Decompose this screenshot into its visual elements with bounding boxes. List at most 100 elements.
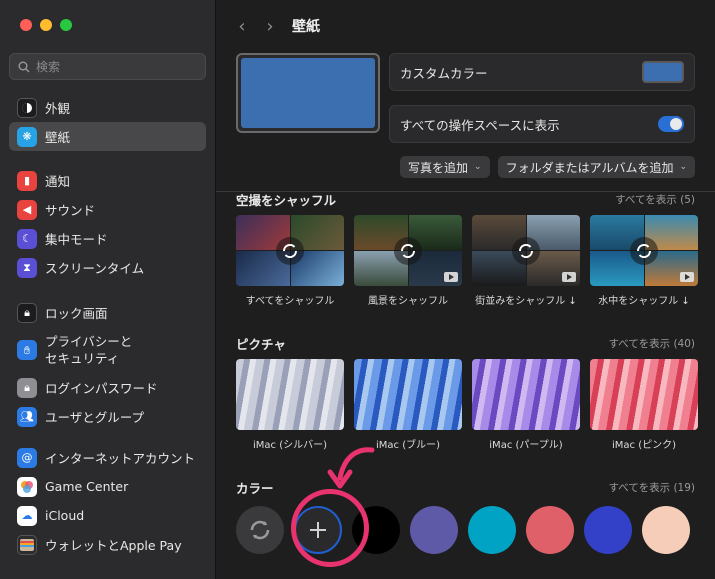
sidebar-item-screen-time[interactable]: ⧗ スクリーンタイム: [9, 253, 206, 282]
section-title: カラー: [236, 481, 274, 496]
tile-label: 街並みをシャッフル ↓: [475, 296, 577, 307]
picture-tile-purple[interactable]: iMac (パープル): [472, 359, 580, 451]
all-spaces-row: すべての操作スペースに表示: [389, 105, 695, 143]
show-all-link[interactable]: すべてを表示 (5): [615, 192, 695, 207]
color-swatch-cyan[interactable]: [468, 506, 516, 554]
preview-fill: [241, 58, 375, 128]
custom-color-well[interactable]: [642, 61, 684, 83]
sidebar-item-label: 通知: [45, 174, 71, 189]
sidebar-item-label: 外観: [45, 101, 71, 116]
all-spaces-toggle[interactable]: [658, 116, 684, 132]
back-button[interactable]: ‹: [228, 12, 256, 40]
sidebar-item-internet-accounts[interactable]: @ インターネットアカウント: [9, 443, 206, 472]
sidebar-item-users[interactable]: 👥︎ ユーザとグループ: [9, 402, 206, 431]
search-field[interactable]: [9, 53, 206, 80]
video-icon: [680, 272, 694, 282]
shuffle-tile-landscape[interactable]: 風景をシャッフル: [354, 215, 462, 307]
add-folder-label: フォルダまたはアルバムを追加: [505, 160, 674, 175]
cloud-icon: ☁: [17, 505, 37, 526]
chevron-right-icon: ›: [266, 15, 274, 37]
annotation-arrow: [327, 447, 375, 489]
sidebar-group-accounts: @ インターネットアカウント Game Center ☁ iCloud ウォレッ…: [9, 443, 206, 559]
sidebar-item-notifications[interactable]: ▮ 通知: [9, 166, 206, 195]
chevron-left-icon: ‹: [238, 15, 246, 37]
colors-section-header: カラー すべてを表示 (19): [236, 478, 695, 497]
tile-thumbnail: [354, 359, 462, 430]
refresh-icon: [250, 520, 270, 540]
at-icon: @: [17, 447, 37, 468]
tile-label: すべてをシャッフル: [245, 296, 335, 307]
color-swatch-coral[interactable]: [526, 506, 574, 554]
shuffle-icon: [512, 237, 540, 265]
all-spaces-label: すべての操作スペースに表示: [400, 117, 560, 133]
sidebar-item-login-password[interactable]: 🔒︎ ログインパスワード: [9, 373, 206, 402]
chevron-down-icon: ⌄: [679, 162, 687, 172]
color-swatch-peach[interactable]: [642, 506, 690, 554]
show-all-link[interactable]: すべてを表示 (40): [608, 336, 695, 351]
sidebar-item-label: プライバシーと セキュリティ: [45, 334, 133, 366]
sidebar-item-focus[interactable]: ☾ 集中モード: [9, 224, 206, 253]
sidebar-item-lock-screen[interactable]: 🔒︎ ロック画面: [9, 298, 206, 327]
close-window-button[interactable]: [20, 19, 32, 31]
search-input[interactable]: [36, 59, 196, 74]
tile-thumbnail: [472, 359, 580, 430]
dynamic-color-button[interactable]: [236, 506, 284, 554]
highlight-circle: [291, 489, 369, 567]
sidebar-item-wallet[interactable]: ウォレットとApple Pay: [9, 530, 206, 559]
sidebar-group-security: 🔒︎ ロック画面 ✋︎ プライバシーと セキュリティ 🔒︎ ログインパスワード …: [9, 298, 206, 431]
sidebar-item-game-center[interactable]: Game Center: [9, 472, 206, 501]
window-controls: [20, 19, 72, 31]
section-title: ピクチャ: [236, 337, 286, 352]
tile-thumbnail: [590, 359, 698, 430]
shuffle-icon: [394, 237, 422, 265]
sidebar-group-notifications: ▮ 通知 ◀ サウンド ☾ 集中モード ⧗ スクリーンタイム: [9, 166, 206, 282]
color-swatch-purple[interactable]: [410, 506, 458, 554]
sidebar: 外観 ❋ 壁紙 ▮ 通知 ◀ サウンド ☾ 集中モード ⧗ スクリーンタイム 🔒…: [0, 0, 216, 579]
picture-tile-pink[interactable]: iMac (ピンク): [590, 359, 698, 451]
hourglass-icon: ⧗: [17, 257, 37, 278]
shuffle-tile-all[interactable]: すべてをシャッフル: [236, 215, 344, 307]
tile-label: iMac (ピンク): [611, 440, 676, 451]
sidebar-item-label: ウォレットとApple Pay: [45, 538, 182, 553]
section-title: 空撮をシャッフル: [236, 193, 337, 208]
sidebar-item-appearance[interactable]: 外観: [9, 93, 206, 122]
sidebar-item-privacy[interactable]: ✋︎ プライバシーと セキュリティ: [9, 327, 206, 373]
sidebar-group-appearance: 外観 ❋ 壁紙: [9, 93, 206, 151]
hand-icon: ✋︎: [17, 340, 37, 360]
sidebar-item-label: 集中モード: [45, 232, 108, 247]
sidebar-item-label: スクリーンタイム: [45, 261, 145, 276]
bell-icon: ▮: [17, 170, 37, 191]
forward-button[interactable]: ›: [256, 12, 284, 40]
zoom-window-button[interactable]: [60, 19, 72, 31]
sidebar-item-label: ログインパスワード: [45, 381, 158, 396]
shuffle-icon: [276, 237, 304, 265]
add-photo-label: 写真を追加: [408, 160, 469, 175]
tile-label: iMac (パープル): [489, 440, 563, 451]
add-folder-button[interactable]: フォルダまたはアルバムを追加 ⌄: [497, 156, 695, 178]
show-all-link[interactable]: すべてを表示 (19): [608, 480, 695, 495]
shuffle-section-header: 空撮をシャッフル すべてを表示 (5): [236, 190, 695, 209]
wallpaper-icon: ❋: [17, 126, 37, 147]
picture-tile-silver[interactable]: iMac (シルバー): [236, 359, 344, 451]
sidebar-item-label: 壁紙: [45, 130, 71, 145]
picture-tile-blue[interactable]: iMac (ブルー): [354, 359, 462, 451]
sidebar-item-wallpaper[interactable]: ❋ 壁紙: [9, 122, 206, 151]
custom-color-label: カスタムカラー: [400, 65, 488, 81]
moon-icon: ☾: [17, 228, 37, 249]
sidebar-item-label: インターネットアカウント: [45, 451, 196, 466]
sidebar-item-icloud[interactable]: ☁ iCloud: [9, 501, 206, 530]
picture-tiles: iMac (シルバー) iMac (ブルー) iMac (パープル) iMac …: [236, 359, 698, 451]
lock-screen-icon: 🔒︎: [17, 302, 37, 323]
sidebar-item-label: ユーザとグループ: [45, 410, 145, 425]
color-swatch-blue[interactable]: [584, 506, 632, 554]
shuffle-tile-underwater[interactable]: 水中をシャッフル ↓: [590, 215, 698, 307]
tile-thumbnail: [236, 215, 344, 286]
minimize-window-button[interactable]: [40, 19, 52, 31]
tile-thumbnail: [236, 359, 344, 430]
wallet-icon: [17, 534, 37, 555]
shuffle-tile-cityscape[interactable]: 街並みをシャッフル ↓: [472, 215, 580, 307]
add-photo-button[interactable]: 写真を追加 ⌄: [400, 156, 490, 178]
sidebar-item-label: iCloud: [45, 508, 85, 523]
users-icon: 👥︎: [17, 406, 37, 427]
sidebar-item-sound[interactable]: ◀ サウンド: [9, 195, 206, 224]
